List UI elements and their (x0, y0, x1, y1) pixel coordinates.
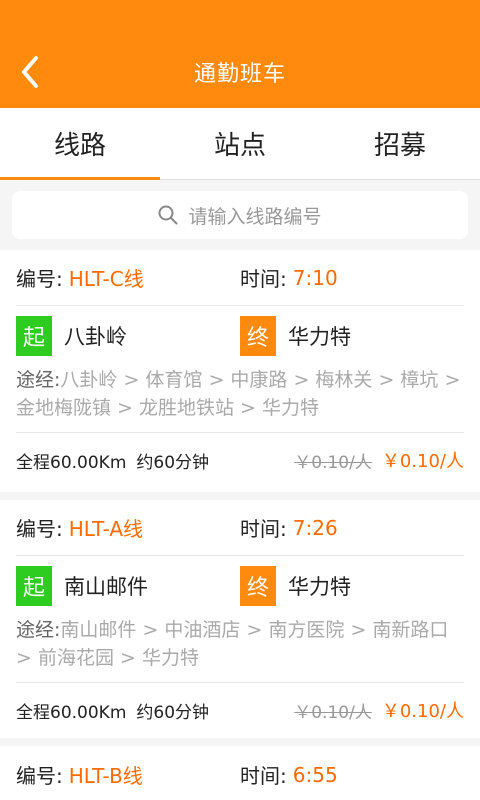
route-via: 途经:八卦岭 > 体育馆 > 中康路 > 梅林关 > 樟坑 > 金地梅陇镇 > … (16, 366, 464, 433)
route-endpoints-row: 起 南山邮件 终 华力特 (16, 556, 464, 616)
time-label: 时间: (240, 764, 287, 788)
tab-bar: 线路 站点 招募 (0, 108, 480, 180)
route-footer-row: 全程60.00Km 约60分钟 ￥0.10/人 ￥0.10/人 (16, 683, 464, 737)
via-label: 途经: (16, 619, 61, 641)
start-station: 南山邮件 (64, 575, 148, 599)
via-label: 途经: (16, 369, 61, 391)
number-label: 编号: (16, 517, 63, 541)
tab-stations[interactable]: 站点 (160, 108, 320, 179)
end-badge: 终 (240, 566, 276, 606)
route-card[interactable]: 编号: HLT-B线 时间: 6:55 (0, 746, 480, 800)
route-duration: 约60分钟 (136, 452, 210, 473)
route-card[interactable]: 编号: HLT-C线 时间: 7:10 起 八卦岭 终 华力特 途经:八卦岭 >… (0, 250, 480, 492)
route-endpoints-row: 起 八卦岭 终 华力特 (16, 306, 464, 366)
start-station: 八卦岭 (64, 325, 127, 349)
number-label: 编号: (16, 267, 63, 291)
route-distance: 全程60.00Km (16, 702, 127, 723)
search-area: 请输入线路编号 (0, 181, 480, 249)
route-header-row: 编号: HLT-C线 时间: 7:10 (16, 250, 464, 306)
via-stops: 八卦岭 > 体育馆 > 中康路 > 梅林关 > 樟坑 > 金地梅陇镇 > 龙胜地… (16, 369, 461, 419)
route-card[interactable]: 编号: HLT-A线 时间: 7:26 起 南山邮件 终 华力特 途经:南山邮件… (0, 500, 480, 738)
original-price: ￥0.10/人 (294, 702, 372, 723)
time-label: 时间: (240, 517, 287, 541)
start-badge: 起 (16, 566, 52, 606)
route-time: 6:55 (292, 762, 338, 787)
route-header-row: 编号: HLT-B线 时间: 6:55 (16, 746, 464, 800)
route-time: 7:10 (292, 265, 338, 290)
time-label: 时间: (240, 267, 287, 291)
search-placeholder: 请输入线路编号 (188, 205, 322, 228)
tab-recruit[interactable]: 招募 (320, 108, 480, 179)
tab-routes[interactable]: 线路 (0, 108, 160, 180)
end-badge: 终 (240, 316, 276, 356)
route-number: HLT-A线 (68, 517, 144, 541)
route-footer-row: 全程60.00Km 约60分钟 ￥0.10/人 ￥0.10/人 (16, 433, 464, 487)
current-price: ￥0.10/人 (381, 451, 464, 472)
chevron-left-icon (22, 56, 38, 88)
start-badge: 起 (16, 316, 52, 356)
end-station: 华力特 (288, 575, 351, 599)
route-duration: 约60分钟 (136, 702, 210, 723)
search-input[interactable]: 请输入线路编号 (12, 191, 468, 239)
search-icon (158, 205, 178, 225)
route-number: HLT-C线 (68, 267, 144, 291)
back-button[interactable] (8, 50, 52, 94)
route-time: 7:26 (292, 515, 338, 540)
original-price: ￥0.10/人 (294, 452, 372, 473)
page-title: 通勤班车 (193, 62, 286, 87)
number-label: 编号: (16, 764, 63, 788)
via-stops: 南山邮件 > 中油酒店 > 南方医院 > 南新路口 > 前海花园 > 华力特 (16, 619, 449, 669)
route-header-row: 编号: HLT-A线 时间: 7:26 (16, 500, 464, 556)
route-distance: 全程60.00Km (16, 452, 127, 473)
route-number: HLT-B线 (68, 764, 143, 788)
status-bar (0, 0, 480, 36)
route-via: 途经:南山邮件 > 中油酒店 > 南方医院 > 南新路口 > 前海花园 > 华力… (16, 616, 464, 683)
current-price: ￥0.10/人 (381, 701, 464, 722)
nav-bar: 通勤班车 (0, 36, 480, 108)
end-station: 华力特 (288, 325, 351, 349)
